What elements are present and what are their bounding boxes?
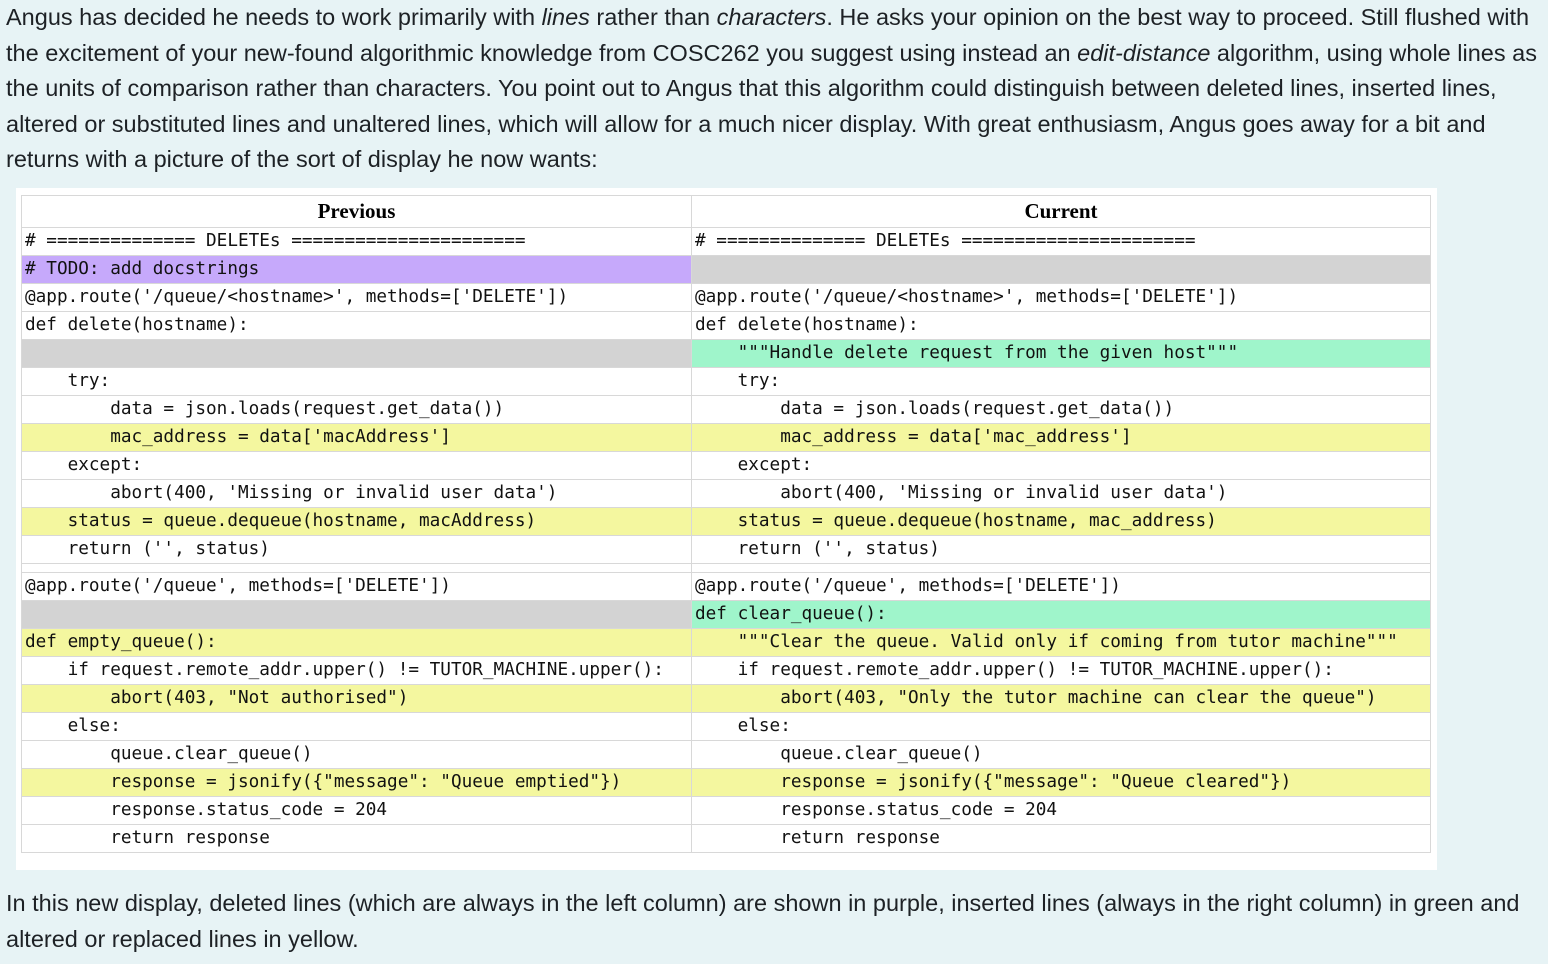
previous-line: response.status_code = 204 [21,796,692,825]
previous-line [21,563,692,573]
previous-line: mac_address = data['macAddress'] [21,423,692,452]
diff-row: return response return response [21,824,1431,853]
current-line: def clear_queue(): [691,600,1431,629]
diff-row: response.status_code = 204 response.stat… [21,796,1431,825]
current-line: data = json.loads(request.get_data()) [691,395,1431,424]
previous-line: if request.remote_addr.upper() != TUTOR_… [21,656,692,685]
diff-row: mac_address = data['macAddress'] mac_add… [21,423,1431,452]
previous-line: # ============== DELETEs ===============… [21,227,692,256]
previous-line: abort(403, "Not authorised") [21,684,692,713]
previous-line [21,339,692,368]
diff-row: response = jsonify({"message": "Queue em… [21,768,1431,797]
previous-line: @app.route('/queue/<hostname>', methods=… [21,283,692,312]
current-line [691,563,1431,573]
header-previous: Previous [21,195,692,228]
diff-header-row: Previous Current [21,195,1431,228]
diff-row: def empty_queue(): """Clear the queue. V… [21,628,1431,657]
intro-text-1: Angus has decided he needs to work prima… [6,4,542,30]
diff-row: queue.clear_queue() queue.clear_queue() [21,740,1431,769]
intro-paragraph: Angus has decided he needs to work prima… [6,0,1546,178]
previous-line: data = json.loads(request.get_data()) [21,395,692,424]
diff-row: abort(403, "Not authorised") abort(403, … [21,684,1431,713]
diff-body: # ============== DELETEs ===============… [21,227,1431,853]
diff-row: else: else: [21,712,1431,741]
current-line [691,255,1431,284]
header-current: Current [691,195,1431,228]
diff-row: def clear_queue(): [21,600,1431,629]
current-line: # ============== DELETEs ===============… [691,227,1431,256]
current-line: abort(403, "Only the tutor machine can c… [691,684,1431,713]
diff-row: except: except: [21,451,1431,480]
diff-row: def delete(hostname): def delete(hostname… [21,311,1431,340]
current-line: @app.route('/queue', methods=['DELETE']) [691,572,1431,601]
current-line: if request.remote_addr.upper() != TUTOR_… [691,656,1431,685]
previous-line: return response [21,824,692,853]
previous-line: def empty_queue(): [21,628,692,657]
current-line: status = queue.dequeue(hostname, mac_add… [691,507,1431,536]
previous-line [21,600,692,629]
previous-line: try: [21,367,692,396]
intro-emphasis-lines: lines [541,4,590,30]
diff-row: status = queue.dequeue(hostname, macAddr… [21,507,1431,536]
intro-emphasis-edit-distance: edit-distance [1077,39,1211,66]
previous-line: status = queue.dequeue(hostname, macAddr… [21,507,692,536]
diff-row: @app.route('/queue', methods=['DELETE'])… [21,572,1431,601]
diff-separator-row [21,563,1431,573]
current-line: else: [691,712,1431,741]
diff-row: data = json.loads(request.get_data()) da… [21,395,1431,424]
diff-table: Previous Current # ============== DELETE… [21,195,1431,853]
diff-image: Previous Current # ============== DELETE… [16,188,1437,870]
diff-row: return ('', status) return ('', status) [21,535,1431,564]
outro-paragraph: In this new display, deleted lines (whic… [6,890,1520,952]
previous-line: # TODO: add docstrings [21,255,692,284]
current-line: mac_address = data['mac_address'] [691,423,1431,452]
previous-line: response = jsonify({"message": "Queue em… [21,768,692,797]
intro-text-2: rather than [589,4,717,30]
diff-row: if request.remote_addr.upper() != TUTOR_… [21,656,1431,685]
current-line: @app.route('/queue/<hostname>', methods=… [691,283,1431,312]
current-line: response.status_code = 204 [691,796,1431,825]
current-line: try: [691,367,1431,396]
current-line: response = jsonify({"message": "Queue cl… [691,768,1431,797]
diff-row: abort(400, 'Missing or invalid user data… [21,479,1431,508]
current-line: except: [691,451,1431,480]
previous-line: else: [21,712,692,741]
diff-row: # TODO: add docstrings [21,255,1431,284]
previous-line: queue.clear_queue() [21,740,692,769]
current-line: return response [691,824,1431,853]
current-line: queue.clear_queue() [691,740,1431,769]
diff-row: """Handle delete request from the given … [21,339,1431,368]
previous-line: def delete(hostname): [21,311,692,340]
current-line: return ('', status) [691,535,1431,564]
previous-line: except: [21,451,692,480]
previous-line: abort(400, 'Missing or invalid user data… [21,479,692,508]
previous-line: @app.route('/queue', methods=['DELETE']) [21,572,692,601]
diff-row: try: try: [21,367,1431,396]
intro-emphasis-characters: characters [716,4,827,30]
current-line: """Handle delete request from the given … [691,339,1431,368]
previous-line: return ('', status) [21,535,692,564]
current-line: abort(400, 'Missing or invalid user data… [691,479,1431,508]
current-line: """Clear the queue. Valid only if coming… [691,628,1431,657]
diff-row: # ============== DELETEs ===============… [21,227,1431,256]
diff-row: @app.route('/queue/<hostname>', methods=… [21,283,1431,312]
current-line: def delete(hostname): [691,311,1431,340]
